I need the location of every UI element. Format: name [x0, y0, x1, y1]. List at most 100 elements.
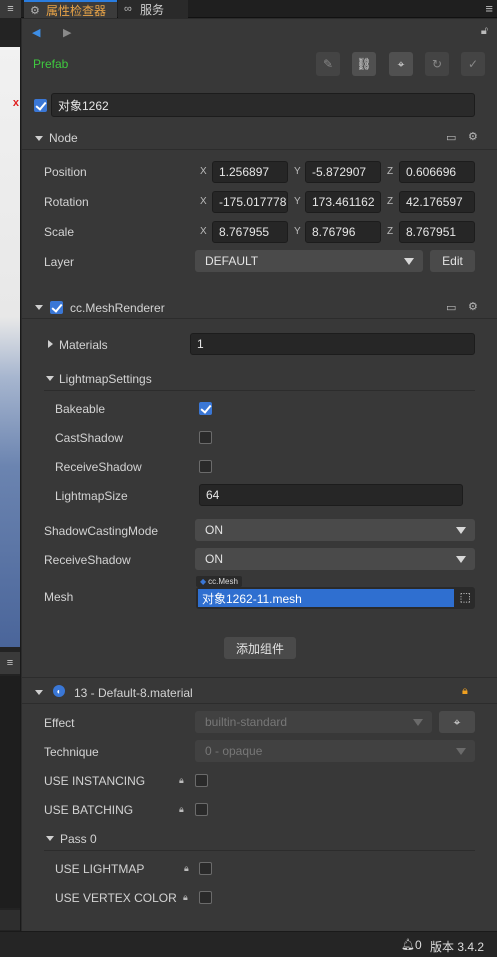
menu-icon[interactable]: ≡ [0, 652, 20, 674]
apply-prefab-button[interactable]: ✓ [461, 52, 485, 76]
scale-x-input[interactable]: 8.767955 [212, 221, 288, 243]
status-bar: 🔔︎ 0 版本 3.4.2 [0, 931, 497, 957]
divider [44, 390, 475, 391]
menu-icon[interactable]: ≡ [0, 0, 21, 18]
use-batching-checkbox[interactable] [195, 803, 208, 816]
collapse-icon[interactable] [46, 376, 54, 381]
section-title: cc.MeshRenderer [70, 301, 165, 315]
lightmap-size-label: LightmapSize [55, 489, 128, 503]
add-component-button[interactable]: 添加组件 [224, 637, 296, 659]
axis-gizmo-icon: x [12, 97, 19, 109]
cast-shadow-checkbox[interactable] [199, 431, 212, 444]
bakeable-checkbox[interactable] [199, 402, 212, 415]
material-header[interactable]: ◐ 13 - Default-8.material 🔒︎ [22, 680, 497, 704]
tab-label: 属性检查器 [46, 3, 107, 18]
scene-view-edge: x [0, 47, 20, 647]
revert-prefab-button[interactable]: ↻ [425, 52, 449, 76]
dropdown-value: builtin-standard [205, 715, 288, 729]
use-lightmap-label: USE LIGHTMAP [55, 862, 145, 876]
shadow-casting-mode-label: ShadowCastingMode [44, 524, 159, 538]
chevron-down-icon [456, 527, 466, 534]
rotation-x-input[interactable]: -175.017778 [212, 191, 288, 213]
pick-asset-icon[interactable]: ⬚ [460, 590, 471, 604]
inspector-panel: ◀ ▶ 🔓︎ Prefab ✎ ⛓ ⌖ ↻ ✓ 对象1262 Node ▭ ⚙ … [22, 19, 497, 931]
version-label: 版本 3.4.2 [430, 940, 485, 954]
section-title: 13 - Default-8.material [74, 686, 193, 700]
nav-row: ◀ ▶ 🔓︎ [22, 19, 497, 45]
dropdown-value: ON [205, 523, 223, 537]
collapse-icon [35, 136, 43, 141]
adjacent-panel-strip: ≡ x ≡ [0, 0, 21, 957]
rotation-z-input[interactable]: 42.176597 [399, 191, 475, 213]
position-x-input[interactable]: 1.256897 [212, 161, 288, 183]
position-z-input[interactable]: 0.606696 [399, 161, 475, 183]
use-vertex-color-label: USE VERTEX COLOR [55, 891, 177, 905]
back-arrow-icon[interactable]: ◀ [32, 26, 40, 39]
mesh-renderer-enabled-checkbox[interactable] [50, 301, 63, 314]
dropdown-value: 0 - opaque [205, 744, 263, 758]
mesh-field[interactable]: 对象1262-11.mesh ⬚ [196, 587, 475, 609]
receive-shadow-mode-label: ReceiveShadow [44, 553, 131, 567]
chevron-down-icon [456, 748, 466, 755]
gear-icon[interactable]: ⚙ [468, 300, 478, 313]
lock-icon: 🔒︎ [179, 804, 184, 814]
link-icon: ∞ [124, 3, 132, 15]
use-instancing-label: USE INSTANCING [44, 774, 146, 788]
expand-icon[interactable] [48, 340, 53, 348]
book-icon[interactable]: ▭ [446, 131, 456, 144]
mesh-renderer-header[interactable]: cc.MeshRenderer ▭ ⚙ [22, 295, 497, 319]
node-name-input[interactable]: 对象1262 [51, 93, 475, 117]
materials-count-input[interactable]: 1 [190, 333, 475, 355]
dropdown-value: ON [205, 552, 223, 566]
collapse-icon[interactable] [46, 836, 54, 841]
use-lightmap-checkbox[interactable] [199, 862, 212, 875]
locate-prefab-button[interactable]: ⌖ [389, 52, 413, 76]
scale-label: Scale [44, 225, 75, 239]
receive-shadow-checkbox[interactable] [199, 460, 212, 473]
axis-x-label: X [200, 196, 207, 207]
lock-icon: 🔒︎ [462, 685, 468, 697]
lock-icon: 🔒︎ [184, 863, 189, 873]
diamond-icon: ◆ [200, 577, 207, 586]
gear-icon[interactable]: ⚙ [468, 130, 478, 143]
axis-y-label: Y [294, 166, 301, 177]
menu-icon[interactable]: ≡ [485, 1, 493, 16]
node-active-checkbox[interactable] [34, 99, 47, 112]
lightmap-settings-label: LightmapSettings [59, 372, 152, 386]
use-vertex-color-checkbox[interactable] [199, 891, 212, 904]
mesh-type-badge: ◆ cc.Mesh [196, 576, 242, 587]
unlink-prefab-button[interactable]: ⛓ [352, 52, 376, 76]
tab-inspector[interactable]: ⚙ 属性检查器 [24, 0, 117, 18]
use-instancing-checkbox[interactable] [195, 774, 208, 787]
book-icon[interactable]: ▭ [446, 301, 456, 314]
receive-shadow-label: ReceiveShadow [55, 460, 142, 474]
rotation-y-input[interactable]: 173.461162 [305, 191, 381, 213]
effect-label: Effect [44, 716, 75, 730]
axis-z-label: Z [387, 226, 394, 237]
notification-count: 0 [415, 938, 422, 952]
receive-shadow-mode-dropdown[interactable]: ON [195, 548, 475, 570]
layer-dropdown[interactable]: DEFAULT [195, 250, 423, 272]
scale-z-input[interactable]: 8.767951 [399, 221, 475, 243]
shadow-casting-mode-dropdown[interactable]: ON [195, 519, 475, 541]
position-y-input[interactable]: -5.872907 [305, 161, 381, 183]
materials-label: Materials [59, 338, 108, 352]
lightmap-size-input[interactable]: 64 [199, 484, 463, 506]
badge-text: cc.Mesh [208, 577, 238, 586]
unlock-icon[interactable]: 🔓︎ [481, 25, 488, 38]
node-section-header[interactable]: Node ▭ ⚙ [22, 126, 497, 150]
bell-icon[interactable]: 🔔︎ [401, 938, 415, 951]
technique-label: Technique [44, 745, 99, 759]
lock-icon: 🔒︎ [183, 892, 188, 902]
layer-edit-button[interactable]: Edit [430, 250, 475, 272]
edit-prefab-button[interactable]: ✎ [316, 52, 340, 76]
panel-edge [0, 910, 20, 930]
scale-y-input[interactable]: 8.76796 [305, 221, 381, 243]
mesh-label: Mesh [44, 590, 74, 604]
locate-effect-button[interactable]: ⌖ [439, 711, 475, 733]
tab-bar: ⚙ 属性检查器 ∞ 服务 ≡ [21, 0, 497, 18]
rotation-label: Rotation [44, 195, 89, 209]
forward-arrow-icon[interactable]: ▶ [63, 26, 71, 39]
tab-services[interactable]: ∞ 服务 [118, 0, 188, 18]
divider [44, 850, 475, 851]
